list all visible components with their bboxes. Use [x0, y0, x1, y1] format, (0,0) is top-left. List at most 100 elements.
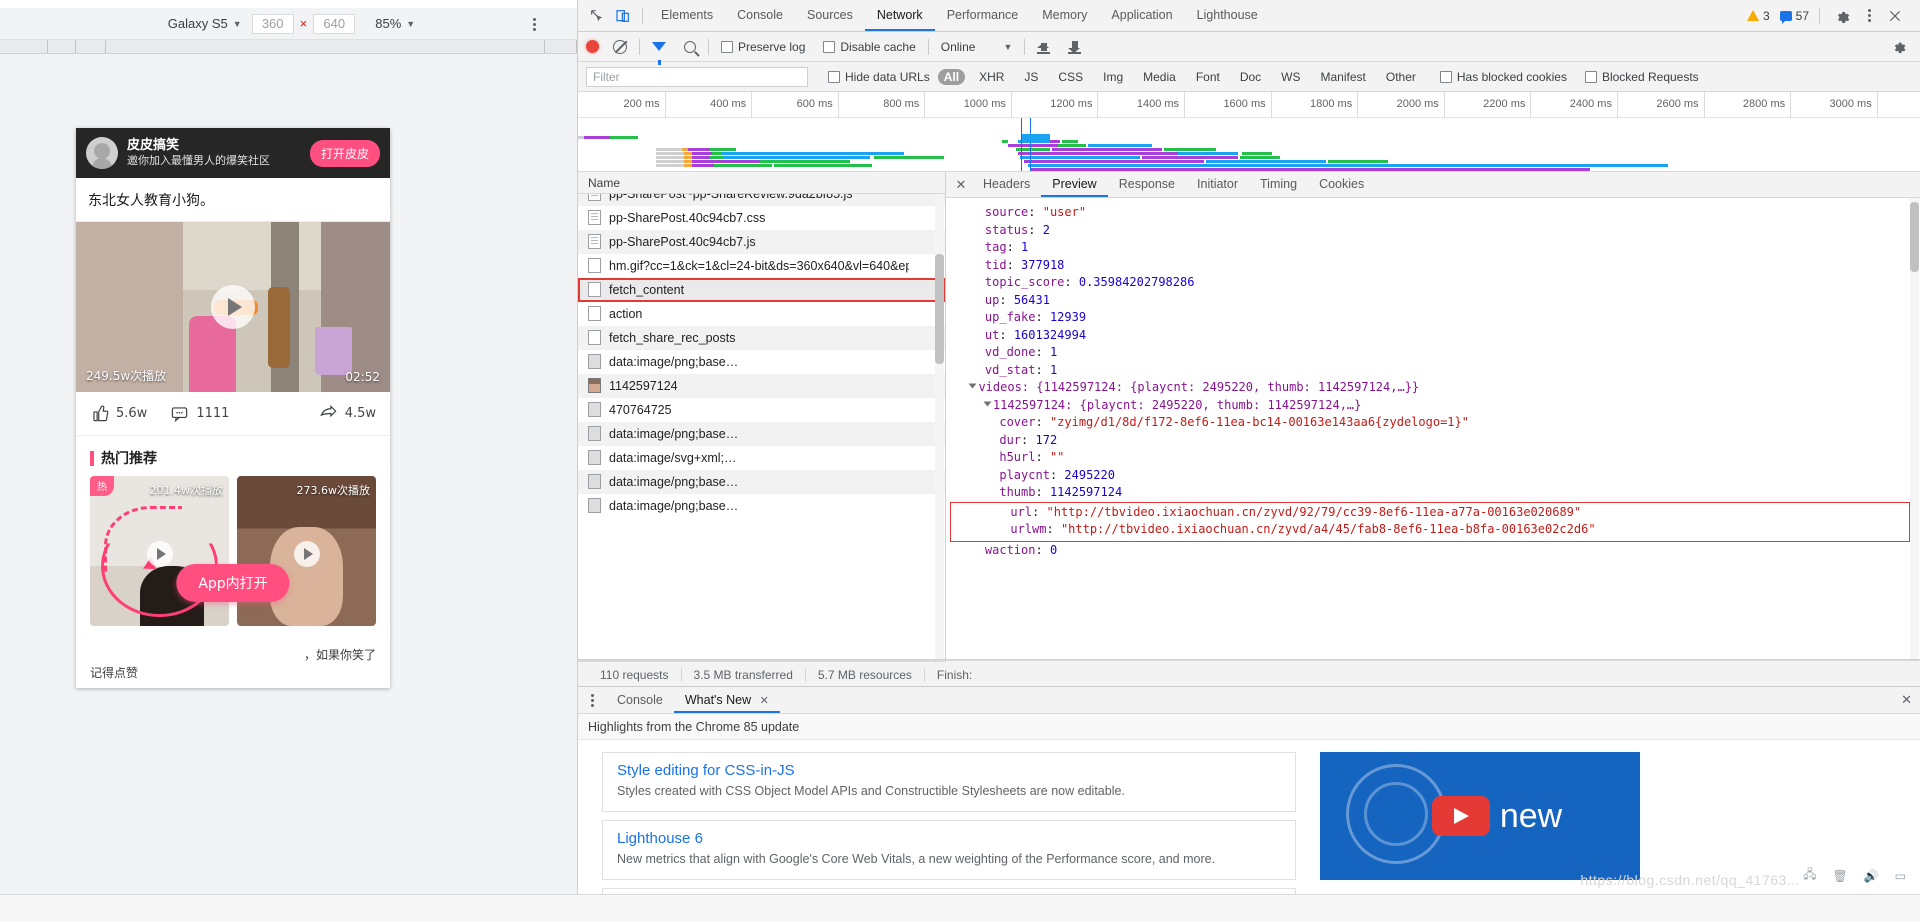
tab-console[interactable]: Console — [725, 0, 795, 31]
card-play-icon[interactable] — [146, 541, 173, 567]
requests-scrollbar-thumb[interactable] — [935, 254, 944, 364]
filter-type-font[interactable]: Font — [1190, 69, 1226, 85]
request-row[interactable]: data:image/png;base… — [578, 350, 945, 374]
filter-type-manifest[interactable]: Manifest — [1315, 69, 1372, 85]
hide-data-urls-label: Hide data URLs — [845, 69, 930, 84]
request-row[interactable]: hm.gif?cc=1&ck=1&cl=24-bit&ds=360x640&vl… — [578, 254, 945, 278]
card-title[interactable]: Style editing for CSS-in-JS — [617, 762, 1281, 779]
trash-tray-icon[interactable]: 🗑 — [1832, 869, 1847, 883]
device-width-input[interactable]: 360 — [251, 13, 294, 34]
disable-cache-checkbox[interactable]: Disable cache — [823, 40, 916, 54]
tab-elements[interactable]: Elements — [649, 0, 725, 31]
throttling-selector[interactable]: Online ▼ — [941, 40, 1013, 54]
import-har-icon[interactable] — [1037, 40, 1051, 54]
preserve-log-checkbox[interactable]: Preserve log — [721, 40, 805, 54]
whats-new-video-banner[interactable]: new — [1320, 752, 1640, 880]
open-in-app-cta-button[interactable]: App内打开 — [176, 564, 290, 602]
filter-type-media[interactable]: Media — [1137, 69, 1182, 85]
requests-list[interactable]: pp-SharePost~pp-ShareReview.9da2bf85.js p… — [578, 194, 945, 659]
comment-stat[interactable]: 1111 — [170, 404, 229, 423]
recommend-card[interactable]: 热 201.4w次播放 — [90, 476, 229, 626]
hide-data-urls-checkbox[interactable]: Hide data URLs — [828, 70, 930, 84]
has-blocked-cookies-checkbox[interactable]: Has blocked cookies — [1439, 70, 1567, 84]
taskbar[interactable] — [0, 894, 1920, 922]
request-row[interactable]: data:image/png;base… — [578, 422, 945, 446]
card-title[interactable]: Lighthouse 6 — [617, 830, 1281, 847]
close-drawer-icon[interactable]: ✕ — [1901, 692, 1912, 708]
drawer-more-options-button[interactable] — [584, 693, 600, 707]
filter-type-xhr[interactable]: XHR — [973, 69, 1010, 85]
request-row[interactable]: action — [578, 302, 945, 326]
devtools-more-options-button[interactable] — [1860, 6, 1878, 26]
inspect-element-icon[interactable] — [584, 4, 610, 28]
request-row[interactable]: 470764725 — [578, 398, 945, 422]
message-badge[interactable]: 57 — [1779, 9, 1809, 24]
network-tray-icon[interactable]: 🖧 — [1803, 865, 1816, 886]
mobile-page-preview[interactable]: 皮皮搞笑 邀你加入最懂男人的爆笑社区 打开皮皮 东北女人教育小狗。 249.5w… — [76, 128, 390, 688]
play-button-icon[interactable] — [211, 285, 255, 329]
drawer-tab-whats-new[interactable]: What's New ✕ — [674, 688, 780, 713]
device-height-input[interactable]: 640 — [313, 13, 356, 34]
network-overview-timeline[interactable]: 200 ms 400 ms 600 ms 800 ms 1000 ms 1200 ms 14… — [578, 92, 1920, 172]
search-icon[interactable] — [684, 40, 696, 53]
request-row[interactable]: data:image/png;base… — [578, 470, 945, 494]
device-selector[interactable]: Galaxy S5 ▼ — [162, 14, 248, 33]
tab-memory[interactable]: Memory — [1030, 0, 1099, 31]
tab-initiator[interactable]: Initiator — [1186, 172, 1249, 197]
drawer-tab-console[interactable]: Console — [606, 688, 674, 713]
export-har-icon[interactable] — [1068, 40, 1082, 54]
close-icon[interactable] — [1882, 4, 1908, 28]
tab-cookies[interactable]: Cookies — [1308, 172, 1375, 197]
card-play-icon[interactable] — [293, 541, 320, 567]
network-settings-gear-icon[interactable] — [1886, 35, 1912, 59]
tab-timing[interactable]: Timing — [1249, 172, 1308, 197]
blocked-requests-checkbox[interactable]: Blocked Requests — [1584, 70, 1699, 84]
recommend-card[interactable]: 273.6w次播放 — [237, 476, 376, 626]
request-row[interactable]: fetch_content — [578, 278, 945, 302]
json-line: tid: 377918 — [984, 257, 1065, 272]
tab-lighthouse[interactable]: Lighthouse — [1185, 0, 1270, 31]
volume-tray-icon[interactable]: 🔊 — [1864, 869, 1879, 883]
tab-network[interactable]: Network — [865, 0, 935, 31]
request-row[interactable]: pp-SharePost~pp-ShareReview.9da2bf85.js — [578, 194, 945, 206]
filter-type-img[interactable]: Img — [1097, 69, 1129, 85]
funnel-icon[interactable] — [652, 42, 666, 65]
tab-sources[interactable]: Sources — [795, 0, 865, 31]
close-tab-icon[interactable]: ✕ — [760, 695, 769, 707]
warning-badge[interactable]: 3 — [1746, 9, 1770, 23]
filter-type-css[interactable]: CSS — [1052, 69, 1089, 85]
video-player[interactable]: 249.5w次播放 02:52 — [76, 222, 390, 392]
json-preview-viewer[interactable]: source: "user" status: 2 tag: 1 tid: 377… — [946, 198, 1920, 659]
tab-application[interactable]: Application — [1099, 0, 1184, 31]
request-row[interactable]: pp-SharePost.40c94cb7.js — [578, 230, 945, 254]
device-more-options-button[interactable] — [525, 14, 543, 34]
gear-icon[interactable] — [1830, 4, 1856, 28]
request-row[interactable]: data:image/svg+xml;… — [578, 446, 945, 470]
tab-performance[interactable]: Performance — [935, 0, 1031, 31]
request-row[interactable]: data:image/png;base… — [578, 494, 945, 518]
filter-input[interactable]: Filter — [586, 66, 808, 87]
close-panel-icon[interactable]: ✕ — [950, 174, 972, 196]
tab-response[interactable]: Response — [1108, 172, 1186, 197]
toggle-device-toolbar-icon[interactable] — [610, 4, 636, 28]
clear-button[interactable] — [613, 39, 627, 54]
preview-scrollbar-thumb[interactable] — [1910, 202, 1919, 272]
zoom-selector[interactable]: 85% ▼ — [375, 16, 415, 31]
request-row[interactable]: fetch_share_rec_posts — [578, 326, 945, 350]
battery-tray-icon[interactable]: ▭ — [1895, 869, 1906, 883]
whats-new-card[interactable]: Style editing for CSS-in-JS Styles creat… — [602, 752, 1296, 813]
request-row[interactable]: pp-SharePost.40c94cb7.css — [578, 206, 945, 230]
request-row[interactable]: 1142597124 — [578, 374, 945, 398]
filter-type-all[interactable]: All — [937, 68, 966, 85]
share-stat[interactable]: 4.5w — [319, 404, 376, 423]
tab-preview[interactable]: Preview — [1041, 172, 1107, 197]
filter-type-ws[interactable]: WS — [1275, 69, 1306, 85]
open-app-button[interactable]: 打开皮皮 — [309, 139, 380, 167]
filter-type-doc[interactable]: Doc — [1234, 69, 1267, 85]
filter-type-other[interactable]: Other — [1380, 69, 1422, 85]
filter-type-js[interactable]: JS — [1018, 69, 1044, 85]
tab-headers[interactable]: Headers — [972, 172, 1041, 197]
whats-new-card[interactable]: Lighthouse 6 New metrics that align with… — [602, 820, 1296, 881]
like-stat[interactable]: 5.6w — [90, 404, 147, 423]
record-button[interactable] — [586, 40, 599, 53]
